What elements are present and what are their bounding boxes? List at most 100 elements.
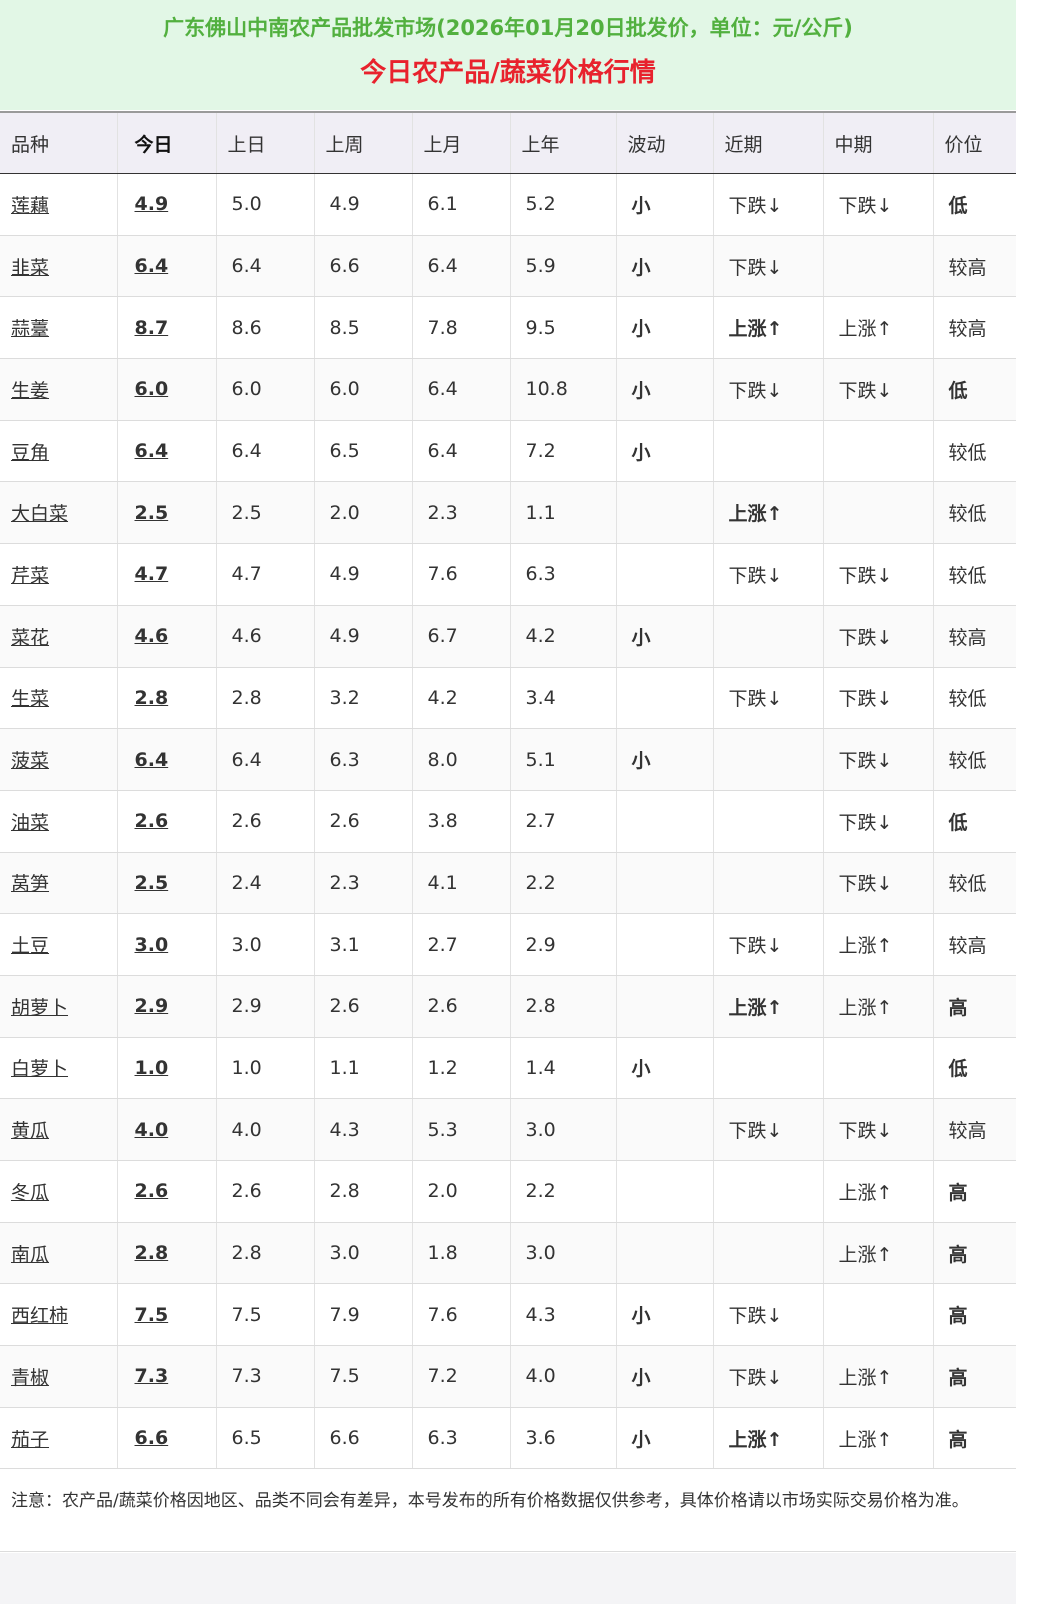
variety-link[interactable]: 豆角 — [0, 420, 117, 483]
variety-link[interactable]: 黄瓜 — [0, 1098, 117, 1161]
prev-day-price: 6.4 — [215, 235, 314, 298]
price-level: 低 — [932, 1037, 1016, 1100]
variety-link[interactable]: 菠菜 — [0, 728, 117, 791]
prev-year-price: 6.3 — [509, 543, 616, 606]
prev-day-price: 4.7 — [215, 543, 314, 606]
today-price-link[interactable]: 2.5 — [116, 852, 216, 915]
near-term-trend — [712, 605, 823, 668]
prev-year-price: 2.9 — [509, 913, 616, 976]
prev-day-price: 2.8 — [215, 1222, 314, 1285]
variety-link[interactable]: 青椒 — [0, 1345, 117, 1408]
near-term-trend — [712, 1037, 823, 1100]
today-price-link[interactable]: 8.7 — [116, 296, 216, 360]
price-level: 较低 — [932, 728, 1016, 791]
today-price-link[interactable]: 2.6 — [116, 1160, 216, 1223]
price-level: 较高 — [932, 1098, 1016, 1161]
variety-link[interactable]: 南瓜 — [0, 1222, 117, 1285]
today-price-link[interactable]: 6.4 — [116, 728, 216, 791]
prev-year-price: 5.1 — [509, 728, 616, 791]
prev-week-price: 2.8 — [313, 1160, 412, 1223]
today-price-link[interactable]: 3.0 — [116, 913, 216, 976]
near-term-trend: 下跌↓ — [712, 358, 823, 421]
price-level: 低 — [932, 173, 1016, 236]
today-price-link[interactable]: 4.9 — [116, 173, 216, 236]
fluctuation: 小 — [615, 605, 713, 668]
prev-week-price: 2.6 — [313, 790, 412, 853]
prev-year-price: 4.0 — [509, 1345, 616, 1408]
table-row: 莲藕 4.9 5.0 4.9 6.1 5.2 小下跌↓ 下跌↓ 低 — [0, 173, 1016, 236]
prev-month-price: 5.3 — [411, 1098, 510, 1161]
prev-month-price: 7.6 — [411, 543, 510, 606]
col-header-prev-month: 上月 — [411, 111, 510, 174]
near-term-trend — [712, 852, 823, 915]
col-header-fluctuation: 波动 — [615, 111, 713, 174]
mid-term-trend: 下跌↓ — [822, 358, 933, 421]
prev-month-price: 6.7 — [411, 605, 510, 668]
variety-link[interactable]: 芹菜 — [0, 543, 117, 606]
variety-link[interactable]: 土豆 — [0, 913, 117, 976]
prev-day-price: 4.6 — [215, 605, 314, 668]
price-level: 较高 — [932, 235, 1016, 298]
variety-link[interactable]: 蒜薹 — [0, 296, 117, 360]
price-level: 较高 — [932, 605, 1016, 668]
today-price-link[interactable]: 1.0 — [116, 1037, 216, 1100]
prev-week-price: 2.0 — [313, 481, 412, 545]
today-price-link[interactable]: 6.0 — [116, 358, 216, 421]
variety-link[interactable]: 韭菜 — [0, 235, 117, 298]
variety-link[interactable]: 生菜 — [0, 667, 117, 730]
table-header-row: 品种 今日 上日 上周 上月 上年 波动 近期 中期 价位 — [0, 111, 1016, 174]
today-price-link[interactable]: 7.3 — [116, 1345, 216, 1408]
variety-link[interactable]: 胡萝卜 — [0, 975, 117, 1038]
today-price-link[interactable]: 6.4 — [116, 235, 216, 298]
near-term-trend: 下跌↓ — [712, 1098, 823, 1161]
fluctuation — [615, 975, 713, 1038]
today-price-link[interactable]: 4.6 — [116, 605, 216, 668]
today-price-link[interactable]: 2.8 — [116, 1222, 216, 1285]
prev-year-price: 9.5 — [509, 296, 616, 360]
mid-term-trend: 下跌↓ — [822, 667, 933, 730]
near-term-trend — [712, 1160, 823, 1223]
prev-week-price: 4.9 — [313, 173, 412, 236]
col-header-prev-year: 上年 — [509, 111, 616, 174]
variety-link[interactable]: 莴笋 — [0, 852, 117, 915]
price-level: 较低 — [932, 852, 1016, 915]
near-term-trend: 下跌↓ — [712, 1283, 823, 1347]
variety-link[interactable]: 菜花 — [0, 605, 117, 668]
col-header-prev-day: 上日 — [215, 111, 314, 174]
prev-week-price: 6.6 — [313, 235, 412, 298]
today-price-link[interactable]: 2.5 — [116, 481, 216, 545]
variety-link[interactable]: 茄子 — [0, 1407, 117, 1470]
table-row: 韭菜 6.4 6.4 6.6 6.4 5.9 小下跌↓ 较高 — [0, 235, 1016, 298]
price-level: 较高 — [932, 913, 1016, 976]
prev-week-price: 4.3 — [313, 1098, 412, 1161]
mid-term-trend: 下跌↓ — [822, 852, 933, 915]
today-price-link[interactable]: 2.6 — [116, 790, 216, 853]
prev-year-price: 1.1 — [509, 481, 616, 545]
today-price-link[interactable]: 4.7 — [116, 543, 216, 606]
variety-link[interactable]: 油菜 — [0, 790, 117, 853]
today-price-link[interactable]: 6.6 — [116, 1407, 216, 1470]
prev-year-price: 7.2 — [509, 420, 616, 483]
today-price-link[interactable]: 4.0 — [116, 1098, 216, 1161]
near-term-trend: 上涨↑ — [712, 296, 823, 360]
prev-day-price: 6.4 — [215, 420, 314, 483]
today-price-link[interactable]: 6.4 — [116, 420, 216, 483]
today-price-link[interactable]: 7.5 — [116, 1283, 216, 1347]
prev-month-price: 6.4 — [411, 420, 510, 483]
prev-day-price: 7.5 — [215, 1283, 314, 1347]
mid-term-trend: 下跌↓ — [822, 790, 933, 853]
fluctuation: 小 — [615, 358, 713, 421]
variety-link[interactable]: 莲藕 — [0, 173, 117, 236]
prev-week-price: 4.9 — [313, 543, 412, 606]
variety-link[interactable]: 生姜 — [0, 358, 117, 421]
near-term-trend — [712, 728, 823, 791]
today-price-link[interactable]: 2.9 — [116, 975, 216, 1038]
variety-link[interactable]: 冬瓜 — [0, 1160, 117, 1223]
variety-link[interactable]: 白萝卜 — [0, 1037, 117, 1100]
prev-month-price: 6.3 — [411, 1407, 510, 1470]
today-price-link[interactable]: 2.8 — [116, 667, 216, 730]
prev-day-price: 7.3 — [215, 1345, 314, 1408]
col-header-price-level: 价位 — [932, 111, 1016, 174]
variety-link[interactable]: 大白菜 — [0, 481, 117, 545]
variety-link[interactable]: 西红柿 — [0, 1283, 117, 1347]
